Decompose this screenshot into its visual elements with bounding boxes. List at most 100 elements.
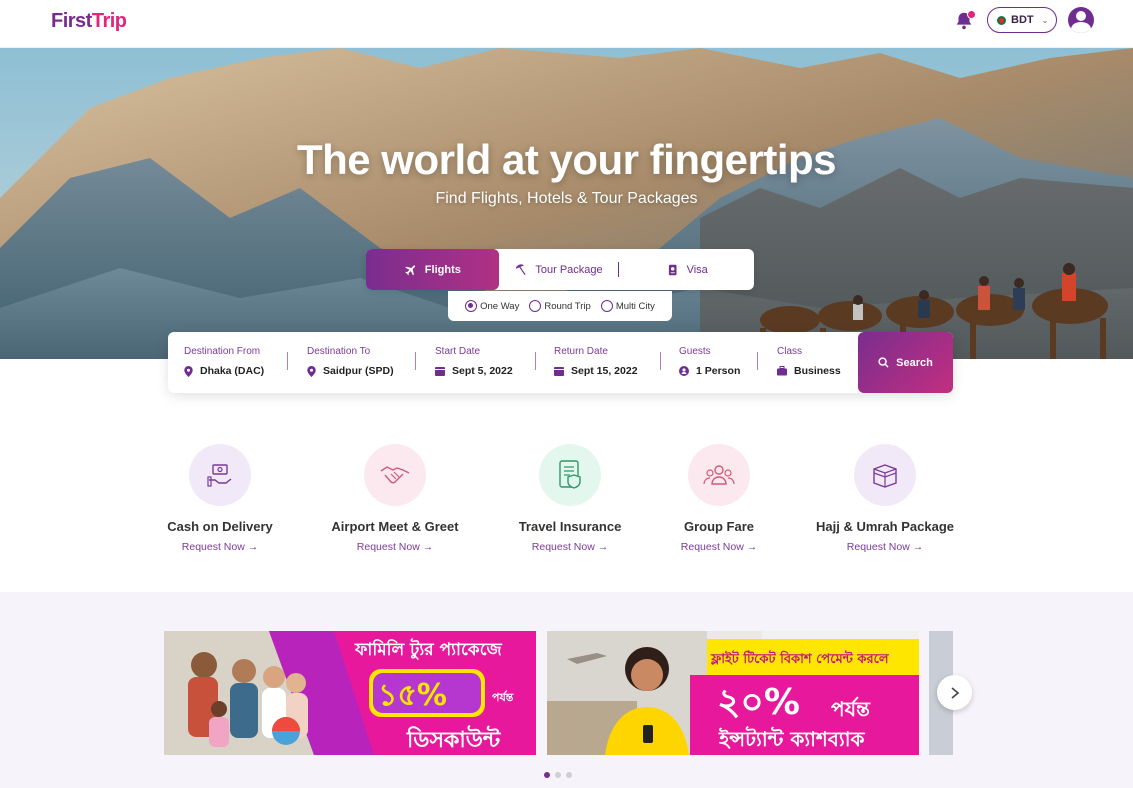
service-title: Travel Insurance bbox=[518, 519, 622, 534]
field-divider bbox=[287, 352, 288, 370]
radio-one-way-label: One Way bbox=[480, 300, 520, 312]
insurance-document-icon bbox=[539, 444, 601, 506]
radio-round-trip-label: Round Trip bbox=[544, 300, 591, 312]
tab-visa[interactable]: Visa bbox=[619, 249, 754, 290]
promo1-line1: ফামিলি ট্যুর প্যাকেজে bbox=[355, 640, 502, 660]
tab-visa-label: Visa bbox=[686, 263, 708, 276]
destination-from-field[interactable]: Destination From Dhaka (DAC) bbox=[184, 346, 264, 377]
request-now-link[interactable]: Request Now → bbox=[140, 541, 300, 553]
chevron-right-icon bbox=[950, 686, 959, 699]
kaaba-icon bbox=[854, 444, 916, 506]
carousel-pagination bbox=[544, 772, 572, 778]
chevron-down-icon: ⌄ bbox=[1041, 15, 1049, 25]
start-date-label: Start Date bbox=[435, 346, 481, 357]
field-divider bbox=[757, 352, 758, 370]
destination-to-label: Destination To bbox=[307, 346, 371, 357]
start-date-field[interactable]: Start Date Sept 5, 2022 bbox=[435, 346, 513, 377]
service-title: Hajj & Umrah Package bbox=[815, 519, 954, 534]
logo-first-text: First bbox=[51, 10, 92, 32]
handshake-icon bbox=[364, 444, 426, 506]
radio-round-trip[interactable]: Round Trip bbox=[529, 300, 591, 312]
request-now-link[interactable]: Request Now → bbox=[490, 541, 650, 553]
search-icon bbox=[878, 357, 889, 368]
return-date-value: Sept 15, 2022 bbox=[571, 365, 638, 377]
radio-selected-icon bbox=[465, 300, 478, 312]
search-button-label: Search bbox=[896, 356, 933, 369]
promo2-upto: পর্যন্ত bbox=[831, 697, 870, 721]
group-icon bbox=[688, 444, 750, 506]
service-hajj-umrah: Hajj & Umrah Package Request Now → bbox=[805, 444, 965, 553]
passport-icon bbox=[668, 264, 677, 275]
plane-icon bbox=[405, 264, 415, 275]
service-cash-on-delivery: Cash on Delivery Request Now → bbox=[140, 444, 300, 553]
radio-one-way[interactable]: One Way bbox=[465, 300, 519, 312]
guests-value: 1 Person bbox=[696, 365, 741, 377]
tab-tour-package[interactable]: Tour Package bbox=[499, 249, 619, 290]
service-title: Group Fare bbox=[683, 519, 755, 534]
carousel-dot[interactable] bbox=[544, 772, 550, 778]
location-pin-icon bbox=[184, 365, 193, 377]
radio-empty-icon bbox=[600, 300, 613, 312]
field-divider bbox=[660, 352, 661, 370]
promo1-percentage: ১৫% bbox=[378, 678, 447, 713]
promo-banner-bkash-cashback[interactable]: ফ্লাইট টিকেট বিকাশ পেমেন্ট করলে ২০% পর্য… bbox=[547, 631, 919, 755]
promo2-line3: ইন্সট্যান্ট ক্যাশব্যাক bbox=[719, 727, 865, 751]
return-date-field[interactable]: Return Date Sept 15, 2022 bbox=[554, 346, 638, 377]
briefcase-icon bbox=[777, 366, 787, 376]
service-tabs: Flights Tour Package Visa bbox=[366, 249, 754, 290]
service-group-fare: Group Fare Request Now → bbox=[639, 444, 799, 553]
flight-search-form: Destination From Dhaka (DAC) Destination… bbox=[168, 332, 953, 393]
user-avatar[interactable] bbox=[1068, 7, 1094, 33]
service-travel-insurance: Travel Insurance Request Now → bbox=[490, 444, 650, 553]
start-date-value: Sept 5, 2022 bbox=[452, 365, 513, 377]
service-title: Airport Meet & Greet bbox=[331, 519, 459, 534]
promo2-line1: ফ্লাইট টিকেট বিকাশ পেমেন্ট করলে bbox=[711, 652, 889, 667]
field-divider bbox=[415, 352, 416, 370]
firsttrip-logo[interactable]: FirstTrip bbox=[51, 10, 127, 33]
cash-delivery-icon bbox=[189, 444, 251, 506]
class-field[interactable]: Class Business bbox=[777, 346, 841, 377]
promo-banner-family-tour[interactable]: ফামিলি ট্যুর প্যাকেজে ১৫% পর্যন্ত ডিসকাউ… bbox=[164, 631, 536, 755]
destination-from-label: Destination From bbox=[184, 346, 261, 357]
guests-label: Guests bbox=[679, 346, 711, 357]
trip-type-selector: One Way Round Trip Multi City bbox=[448, 291, 672, 321]
guests-field[interactable]: Guests 1 Person bbox=[679, 346, 740, 377]
carousel-dot[interactable] bbox=[566, 772, 572, 778]
top-navbar: FirstTrip BDT ⌄ bbox=[0, 0, 1133, 48]
logo-trip-text: Trip bbox=[91, 10, 127, 32]
radio-multi-city[interactable]: Multi City bbox=[600, 300, 655, 312]
request-now-link[interactable]: Request Now → bbox=[639, 541, 799, 553]
search-button[interactable]: Search bbox=[858, 332, 953, 393]
destination-to-field[interactable]: Destination To Saidpur (SPD) bbox=[307, 346, 394, 377]
carousel-next-button[interactable] bbox=[937, 675, 972, 710]
person-icon bbox=[679, 366, 689, 376]
promo1-line3: ডিসকাউন্ট bbox=[407, 728, 501, 753]
service-airport-meet-greet: Airport Meet & Greet Request Now → bbox=[315, 444, 475, 553]
tab-flights-label: Flights bbox=[424, 263, 461, 276]
request-now-link[interactable]: Request Now → bbox=[315, 541, 475, 553]
return-date-label: Return Date bbox=[554, 346, 608, 357]
destination-from-value: Dhaka (DAC) bbox=[200, 365, 265, 377]
service-title: Cash on Delivery bbox=[167, 519, 273, 534]
bangladesh-flag-icon bbox=[997, 15, 1006, 25]
location-pin-icon bbox=[307, 365, 316, 377]
calendar-icon bbox=[435, 367, 445, 376]
promo1-upto: পর্যন্ত bbox=[492, 691, 514, 704]
currency-label: BDT bbox=[1011, 14, 1034, 26]
beach-umbrella-icon bbox=[516, 263, 526, 275]
tab-tour-package-label: Tour Package bbox=[535, 263, 603, 276]
currency-selector[interactable]: BDT ⌄ bbox=[987, 7, 1057, 33]
notification-badge bbox=[967, 10, 976, 19]
radio-empty-icon bbox=[529, 300, 542, 312]
hero-subtitle: Find Flights, Hotels & Tour Packages bbox=[435, 190, 698, 207]
request-now-link[interactable]: Request Now → bbox=[805, 541, 965, 553]
class-value: Business bbox=[794, 365, 841, 377]
calendar-icon bbox=[554, 367, 564, 376]
carousel-dot[interactable] bbox=[555, 772, 561, 778]
tab-flights[interactable]: Flights bbox=[366, 249, 499, 290]
field-divider bbox=[535, 352, 536, 370]
hero-title: The world at your fingertips bbox=[296, 136, 837, 183]
destination-to-value: Saidpur (SPD) bbox=[323, 365, 394, 377]
radio-multi-city-label: Multi City bbox=[615, 300, 655, 312]
class-label: Class bbox=[777, 346, 803, 357]
